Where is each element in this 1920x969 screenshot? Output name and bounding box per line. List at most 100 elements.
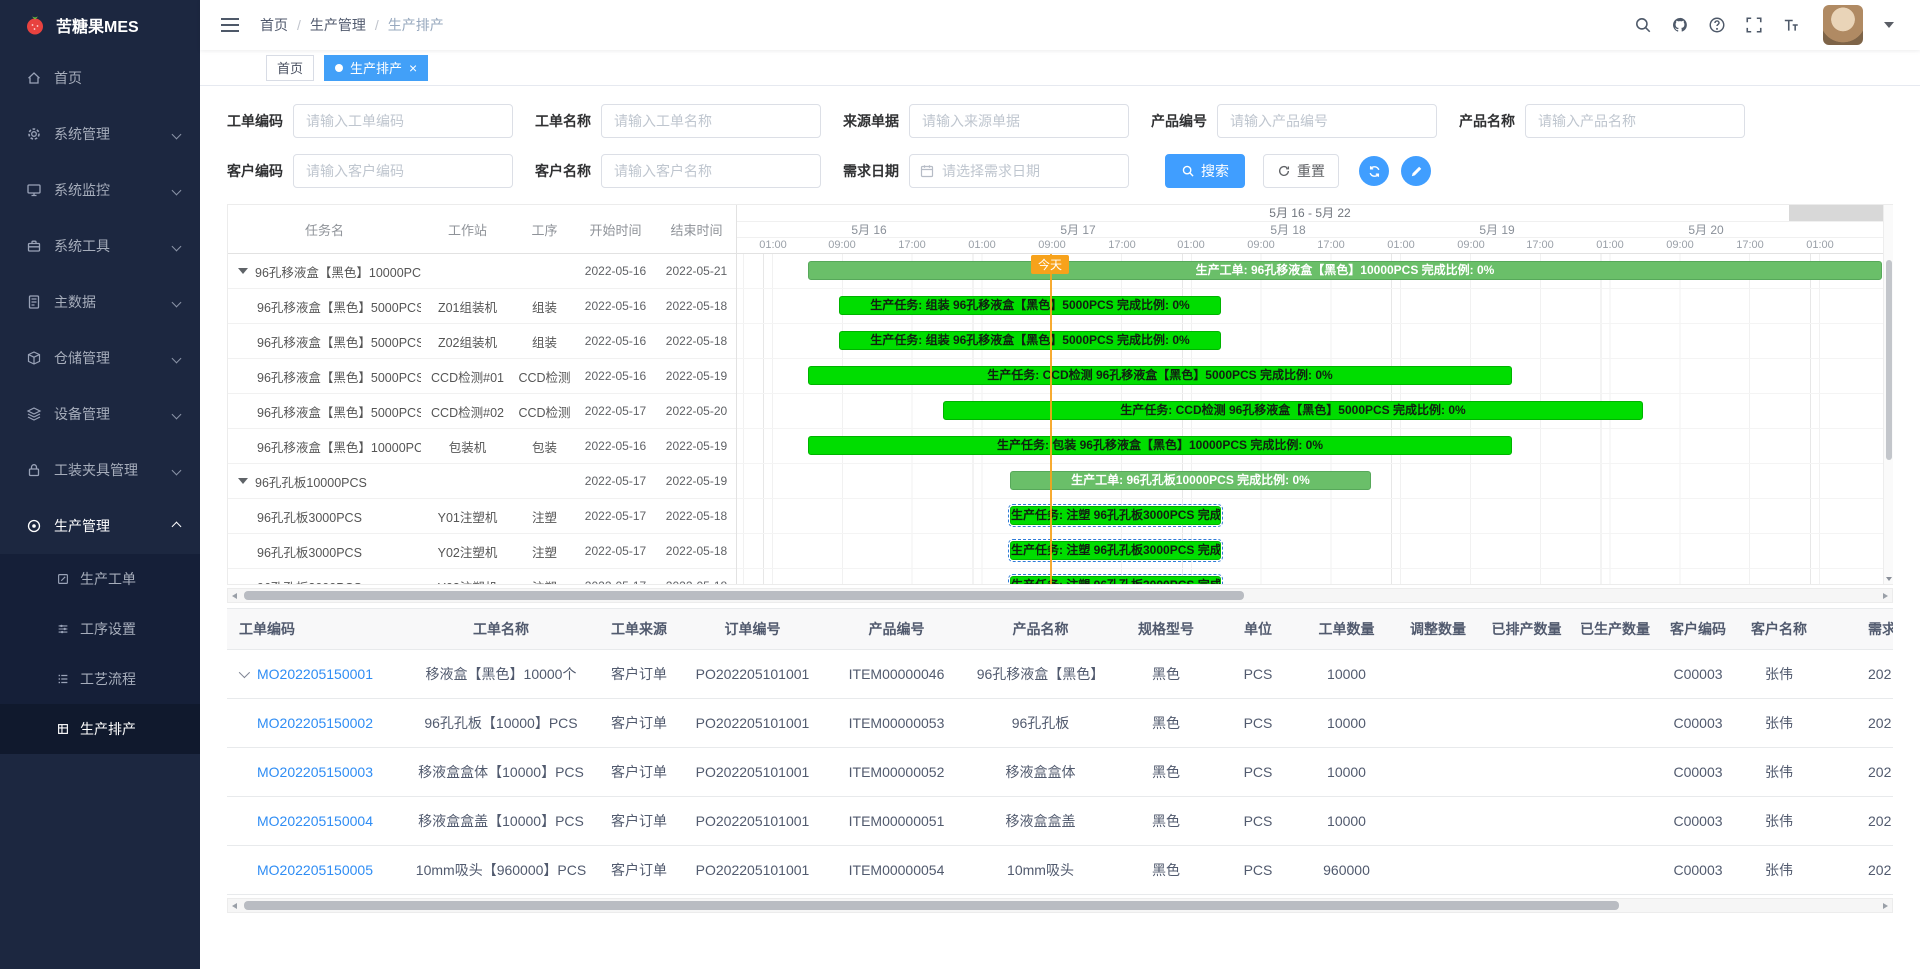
- tab-home[interactable]: 首页: [266, 55, 314, 81]
- gantt-bar[interactable]: 生产任务: 组装 96孔移液盒【黑色】5000PCS 完成比例: 0%: [839, 331, 1221, 350]
- github-icon[interactable]: [1671, 16, 1689, 34]
- hamburger-icon[interactable]: [220, 17, 240, 33]
- gantt-task-row[interactable]: 96孔孔板3000PCS Y03注塑机 注塑 2022-05-17 2022-0…: [228, 569, 736, 584]
- gantt-bar[interactable]: 生产任务: CCD检测 96孔移液盒【黑色】5000PCS 完成比例: 0%: [808, 366, 1512, 385]
- search-icon: [1181, 164, 1195, 178]
- order-number: PO202205101001: [679, 862, 826, 878]
- gantt-task-row[interactable]: 96孔孔板10000PCS 2022-05-17 2022-05-19: [228, 464, 736, 499]
- gantt-bar[interactable]: 生产工单: 96孔孔板10000PCS 完成比例: 0%: [1010, 471, 1371, 490]
- customer-name-input[interactable]: [601, 154, 821, 188]
- app-logo[interactable]: 苦糖果MES: [0, 0, 200, 50]
- search-button[interactable]: 搜索: [1165, 154, 1245, 188]
- timeline-body: 今天 生产工单: 96孔移液盒【黑色】10000PCS 完成比例: 0% 生产任…: [737, 254, 1883, 584]
- gantt-bar[interactable]: 生产工单: 96孔移液盒【黑色】10000PCS 完成比例: 0%: [808, 261, 1882, 280]
- scroll-right-arrow-icon[interactable]: [1883, 593, 1888, 599]
- source-doc-input[interactable]: [909, 104, 1129, 138]
- gantt-bar[interactable]: 生产任务: 包装 96孔移液盒【黑色】10000PCS 完成比例: 0%: [808, 436, 1512, 455]
- order-number: PO202205101001: [679, 715, 826, 731]
- order-code-link[interactable]: MO202205150002: [257, 715, 373, 731]
- fullscreen-icon[interactable]: [1745, 16, 1763, 34]
- process: 注塑: [514, 577, 575, 585]
- work-order-name-input[interactable]: [601, 104, 821, 138]
- tab-production-scheduling[interactable]: 生产排产 ×: [324, 55, 428, 81]
- customer-code-input[interactable]: [293, 154, 513, 188]
- list-icon: [56, 672, 70, 686]
- order-code-link[interactable]: MO202205150001: [257, 666, 373, 682]
- scrollbar-thumb[interactable]: [1886, 260, 1892, 460]
- order-row[interactable]: MO202205150002 96孔孔板【10000】PCS 客户订单 PO20…: [227, 699, 1893, 748]
- gantt-task-row[interactable]: 96孔移液盒【黑色】5000PCS Z01组装机 组装 2022-05-16 2…: [228, 289, 736, 324]
- work-order-code-input[interactable]: [293, 104, 513, 138]
- sidebar-item-system-admin[interactable]: 系统管理: [0, 106, 200, 162]
- timeline-hour-label: 09:00: [1038, 238, 1066, 253]
- sidebar-item-equipment[interactable]: 设备管理: [0, 386, 200, 442]
- gantt-task-row[interactable]: 96孔移液盒【黑色】5000PCS Z02组装机 组装 2022-05-16 2…: [228, 324, 736, 359]
- filter-row-1: 工单编码 工单名称 来源单据 产品编号 产品名称: [227, 104, 1893, 138]
- order-row[interactable]: MO202205150005 10mm吸头【960000】PCS 客户订单 PO…: [227, 846, 1893, 895]
- gantt-bar[interactable]: 生产任务: 组装 96孔移液盒【黑色】5000PCS 完成比例: 0%: [839, 296, 1221, 315]
- breadcrumb-production[interactable]: 生产管理: [310, 15, 366, 35]
- breadcrumb-home[interactable]: 首页: [260, 15, 288, 35]
- end-time: 2022-05-19: [656, 474, 736, 488]
- gantt-horizontal-scrollbar[interactable]: [227, 588, 1893, 603]
- product-code-input[interactable]: [1217, 104, 1437, 138]
- font-size-icon[interactable]: [1782, 16, 1800, 34]
- sidebar-item-master-data[interactable]: 主数据: [0, 274, 200, 330]
- scroll-right-arrow-icon[interactable]: [1883, 903, 1888, 909]
- avatar[interactable]: [1823, 5, 1863, 45]
- sidebar-subitem-process-settings[interactable]: 工序设置: [0, 604, 200, 654]
- demand-date: 202: [1820, 666, 1893, 682]
- gantt-task-row[interactable]: 96孔移液盒【黑色】10000PCS 包装机 包装 2022-05-16 202…: [228, 429, 736, 464]
- lock-icon: [26, 462, 42, 478]
- gantt-bar[interactable]: 生产任务: 注塑 96孔孔板3000PCS 完成比例: 0%: [1010, 506, 1221, 525]
- help-icon[interactable]: [1708, 16, 1726, 34]
- sidebar-item-production[interactable]: 生产管理: [0, 498, 200, 554]
- order-row[interactable]: MO202205150003 移液盒盒体【10000】PCS 客户订单 PO20…: [227, 748, 1893, 797]
- expand-row-icon[interactable]: [239, 667, 250, 678]
- sidebar-subitem-scheduling[interactable]: 生产排产: [0, 704, 200, 754]
- edit-button[interactable]: [1401, 156, 1431, 186]
- sidebar-subitem-work-order[interactable]: 生产工单: [0, 554, 200, 604]
- scrollbar-thumb[interactable]: [244, 901, 1619, 910]
- product-name: 10mm吸头: [967, 860, 1114, 880]
- tree-toggle-icon[interactable]: [238, 268, 248, 274]
- scroll-left-arrow-icon[interactable]: [232, 593, 237, 599]
- sidebar-subitem-process-flow[interactable]: 工艺流程: [0, 654, 200, 704]
- tree-toggle-icon[interactable]: [238, 478, 248, 484]
- sidebar-item-system-tools[interactable]: 系统工具: [0, 218, 200, 274]
- orders-horizontal-scrollbar[interactable]: [227, 898, 1893, 913]
- gantt-bar[interactable]: 生产任务: CCD检测 96孔移液盒【黑色】5000PCS 完成比例: 0%: [943, 401, 1643, 420]
- layers-icon: [26, 406, 42, 422]
- gantt-task-row[interactable]: 96孔移液盒【黑色】10000PCS 2022-05-16 2022-05-21: [228, 254, 736, 289]
- order-row[interactable]: MO202205150004 移液盒盒盖【10000】PCS 客户订单 PO20…: [227, 797, 1893, 846]
- scroll-left-arrow-icon[interactable]: [232, 903, 237, 909]
- sidebar-item-warehouse[interactable]: 仓储管理: [0, 330, 200, 386]
- scroll-down-arrow-icon[interactable]: [1886, 577, 1892, 581]
- gantt-task-row[interactable]: 96孔孔板3000PCS Y01注塑机 注塑 2022-05-17 2022-0…: [228, 499, 736, 534]
- order-code-link[interactable]: MO202205150005: [257, 862, 373, 878]
- close-tab-icon[interactable]: ×: [409, 61, 417, 75]
- reset-button[interactable]: 重置: [1263, 154, 1339, 188]
- gantt-task-row[interactable]: 96孔孔板3000PCS Y02注塑机 注塑 2022-05-17 2022-0…: [228, 534, 736, 569]
- gantt-task-row[interactable]: 96孔移液盒【黑色】5000PCS CCD检测#01 CCD检测 2022-05…: [228, 359, 736, 394]
- spec-model: 黑色: [1114, 713, 1218, 733]
- avatar-dropdown-caret-icon[interactable]: [1884, 22, 1894, 28]
- sidebar-item-tooling[interactable]: 工装夹具管理: [0, 442, 200, 498]
- order-code-link[interactable]: MO202205150004: [257, 813, 373, 829]
- demand-date-input[interactable]: [909, 154, 1129, 188]
- gantt-bar[interactable]: 生产任务: 注塑 96孔孔板3000PCS 完成比例: 0%: [1010, 576, 1221, 584]
- order-row[interactable]: MO202205150001 移液盒【黑色】10000个 客户订单 PO2022…: [227, 650, 1893, 699]
- search-icon[interactable]: [1634, 16, 1652, 34]
- order-code-link[interactable]: MO202205150003: [257, 764, 373, 780]
- gantt-bar[interactable]: 生产任务: 注塑 96孔孔板3000PCS 完成比例: 0%: [1010, 541, 1221, 560]
- sync-button[interactable]: [1359, 156, 1389, 186]
- product-name-input[interactable]: [1525, 104, 1745, 138]
- filter-row-2: 客户编码 客户名称 需求日期 搜索: [227, 154, 1893, 188]
- sidebar-item-home[interactable]: 首页: [0, 50, 200, 106]
- end-time: 2022-05-19: [656, 369, 736, 383]
- gantt-task-row[interactable]: 96孔移液盒【黑色】5000PCS CCD检测#02 CCD检测 2022-05…: [228, 394, 736, 429]
- timeline-hour-label: 01:00: [1387, 238, 1415, 253]
- gantt-vertical-scrollbar[interactable]: [1883, 205, 1893, 584]
- scrollbar-thumb[interactable]: [244, 591, 1244, 600]
- sidebar-item-system-monitor[interactable]: 系统监控: [0, 162, 200, 218]
